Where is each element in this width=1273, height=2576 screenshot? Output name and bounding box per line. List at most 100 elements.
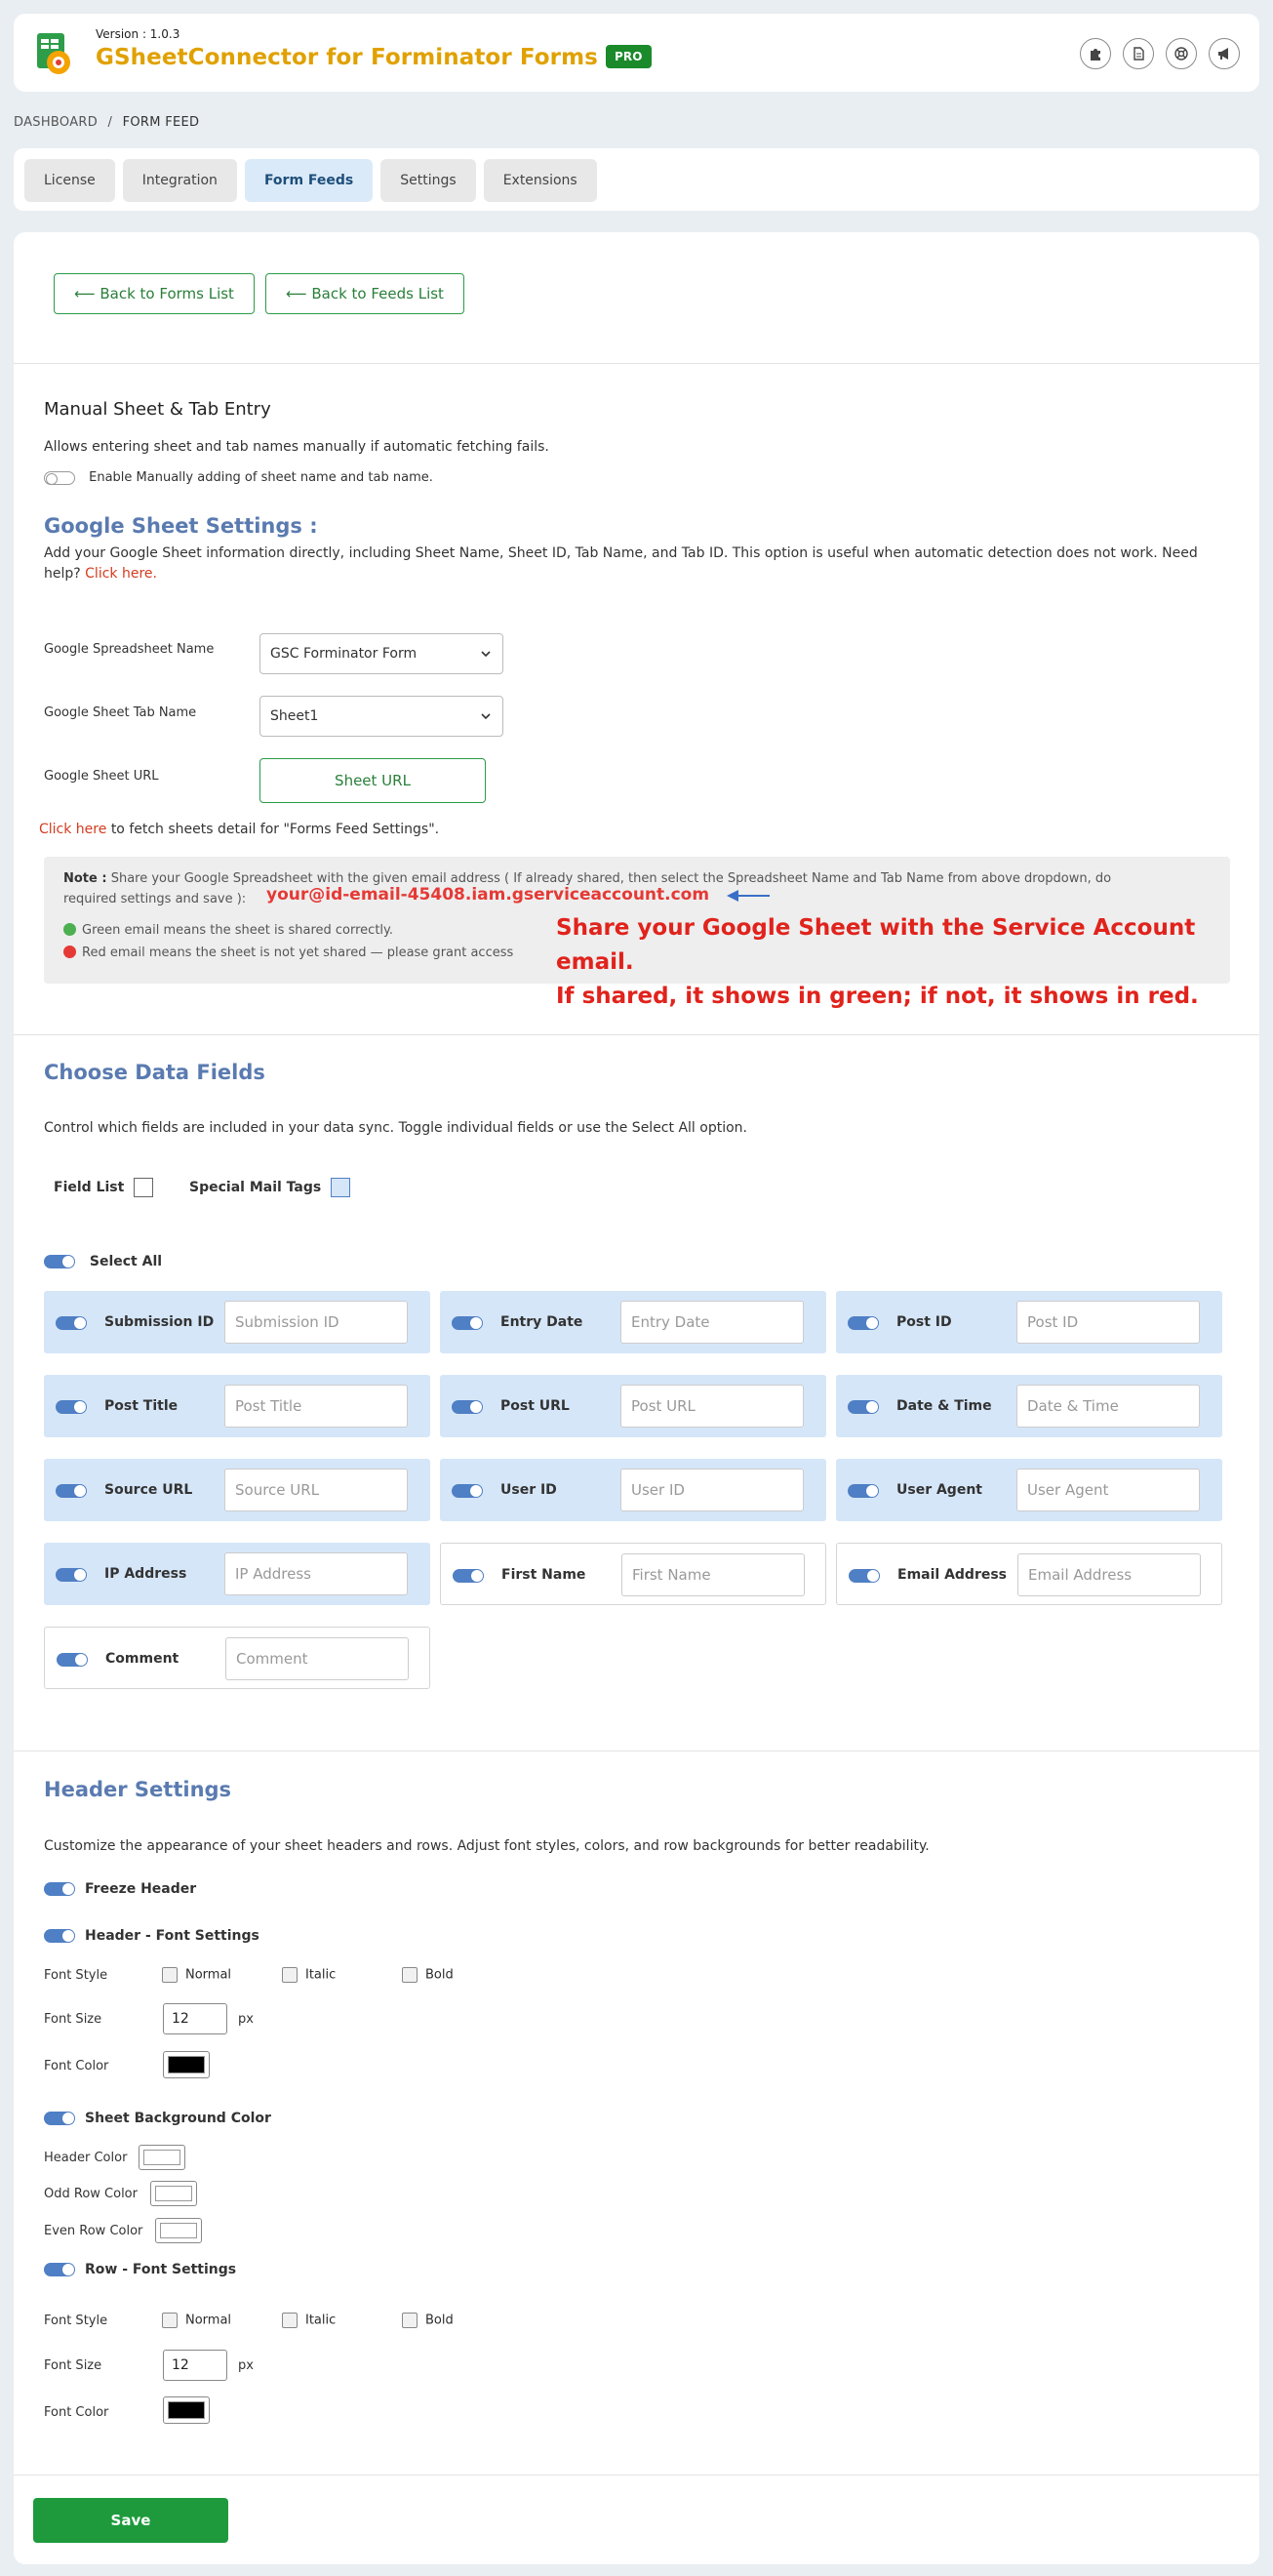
help-link[interactable]: Click here. <box>85 566 157 582</box>
tab-license[interactable]: License <box>24 159 115 202</box>
field-input[interactable]: Source URL <box>224 1469 408 1511</box>
field-toggle[interactable] <box>452 1484 483 1498</box>
header-font-toggle[interactable] <box>44 1929 75 1943</box>
select-all-row: Select All <box>44 1254 162 1269</box>
field-toggle[interactable] <box>453 1569 484 1583</box>
divider <box>14 363 1259 364</box>
field-toggle[interactable] <box>848 1484 879 1498</box>
header-italic-option[interactable]: Italic <box>282 1967 336 1983</box>
row-bold-checkbox[interactable] <box>402 2313 418 2328</box>
back-to-feeds-button[interactable]: ⟵ Back to Feeds List <box>265 273 464 314</box>
field-input[interactable]: User ID <box>620 1469 804 1511</box>
google-sheet-settings-desc: Add your Google Sheet information direct… <box>44 545 1198 582</box>
main-panel: ⟵ Back to Forms List ⟵ Back to Feeds Lis… <box>14 232 1259 2564</box>
special-mail-tags-checkbox[interactable] <box>331 1178 351 1197</box>
field-list-checkbox[interactable] <box>134 1178 154 1197</box>
field-toggle[interactable] <box>56 1568 87 1582</box>
field-input[interactable]: IP Address <box>224 1552 408 1595</box>
chevron-down-icon <box>481 713 491 720</box>
tab-integration[interactable]: Integration <box>122 159 237 202</box>
puzzle-icon[interactable] <box>1080 38 1111 69</box>
support-icon[interactable] <box>1166 38 1197 69</box>
header-normal-option[interactable]: Normal <box>162 1967 231 1983</box>
document-icon[interactable] <box>1123 38 1154 69</box>
field-toggle[interactable] <box>452 1400 483 1414</box>
header-font-size-label: Font Size <box>44 2012 102 2027</box>
tab-settings[interactable]: Settings <box>380 159 476 202</box>
app-header: Version : 1.0.3 GSheetConnector for Form… <box>14 14 1259 92</box>
row-italic-checkbox[interactable] <box>282 2313 298 2328</box>
back-to-forms-button[interactable]: ⟵ Back to Forms List <box>54 273 255 314</box>
even-row-color-label: Even Row Color <box>44 2224 143 2238</box>
header-italic-checkbox[interactable] <box>282 1967 298 1983</box>
breadcrumb-dashboard[interactable]: DASHBOARD <box>14 115 98 130</box>
special-mail-tags-option[interactable]: Special Mail Tags <box>189 1178 351 1197</box>
row-font-color-picker[interactable] <box>163 2396 210 2424</box>
field-toggle[interactable] <box>849 1569 880 1583</box>
field-input[interactable]: Entry Date <box>620 1301 804 1344</box>
row-font-style-label: Font Style <box>44 2314 108 2328</box>
field-list-option[interactable]: Field List <box>54 1178 154 1197</box>
field-toggle[interactable] <box>56 1316 87 1330</box>
header-color-picker[interactable] <box>139 2145 185 2170</box>
field-input[interactable]: Submission ID <box>224 1301 408 1344</box>
row-italic-option[interactable]: Italic <box>282 2313 336 2328</box>
select-all-toggle[interactable] <box>44 1255 75 1268</box>
sheet-bg-color-row: Sheet Background Color <box>44 2111 271 2126</box>
row-font-toggle[interactable] <box>44 2263 75 2276</box>
field-card-ip-address: IP Address IP Address <box>44 1543 430 1605</box>
app-title: GSheetConnector for Forminator Forms PRO <box>96 45 652 70</box>
row-font-row: Row - Font Settings <box>44 2262 236 2277</box>
green-legend: Green email means the sheet is shared co… <box>63 923 393 938</box>
field-input[interactable]: Post ID <box>1016 1301 1200 1344</box>
field-card-submission-id: Submission ID Submission ID <box>44 1291 430 1353</box>
row-normal-checkbox[interactable] <box>162 2313 178 2328</box>
row-font-size-input[interactable]: 12 <box>163 2350 227 2381</box>
field-input[interactable]: Post Title <box>224 1385 408 1428</box>
freeze-header-toggle[interactable] <box>44 1882 75 1896</box>
header-bold-checkbox[interactable] <box>402 1967 418 1983</box>
field-toggle[interactable] <box>56 1400 87 1414</box>
field-toggle[interactable] <box>57 1653 88 1667</box>
field-toggle[interactable] <box>848 1316 879 1330</box>
save-button[interactable]: Save <box>33 2498 228 2543</box>
field-input[interactable]: Date & Time <box>1016 1385 1200 1428</box>
tab-form-feeds[interactable]: Form Feeds <box>244 159 374 202</box>
manual-entry-toggle[interactable] <box>44 470 75 485</box>
spreadsheet-name-select[interactable]: GSC Forminator Form <box>259 633 503 674</box>
even-row-color-picker[interactable] <box>155 2218 202 2243</box>
field-input[interactable]: Post URL <box>620 1385 804 1428</box>
version-text: Version : 1.0.3 <box>96 27 180 41</box>
field-card-user-id: User ID User ID <box>440 1459 826 1521</box>
row-bold-option[interactable]: Bold <box>402 2313 454 2328</box>
field-toggle[interactable] <box>452 1316 483 1330</box>
row-font-size-label: Font Size <box>44 2358 102 2373</box>
data-fields-desc: Control which fields are included in you… <box>44 1120 747 1136</box>
field-toggle[interactable] <box>56 1484 87 1498</box>
sheet-bg-color-toggle[interactable] <box>44 2112 75 2125</box>
megaphone-icon[interactable] <box>1209 38 1240 69</box>
header-normal-checkbox[interactable] <box>162 1967 178 1983</box>
sheet-tab-select[interactable]: Sheet1 <box>259 696 503 737</box>
header-px-unit: px <box>238 2012 254 2027</box>
header-settings-desc: Customize the appearance of your sheet h… <box>44 1838 930 1854</box>
header-font-size-input[interactable]: 12 <box>163 2003 227 2034</box>
tab-extensions[interactable]: Extensions <box>483 159 597 202</box>
fetch-sheets-link[interactable]: Click here <box>39 822 106 837</box>
green-dot-icon <box>63 923 76 936</box>
spreadsheet-name-label: Google Spreadsheet Name <box>44 642 215 657</box>
sheet-url-button[interactable]: Sheet URL <box>259 758 486 803</box>
header-font-color-picker[interactable] <box>163 2051 210 2078</box>
row-normal-option[interactable]: Normal <box>162 2313 231 2328</box>
manual-entry-row: Enable Manually adding of sheet name and… <box>44 470 433 485</box>
header-color-label: Header Color <box>44 2151 128 2165</box>
field-input[interactable]: Email Address <box>1017 1553 1201 1596</box>
field-input[interactable]: Comment <box>225 1637 409 1680</box>
divider <box>14 1034 1259 1035</box>
field-toggle[interactable] <box>848 1400 879 1414</box>
field-input[interactable]: User Agent <box>1016 1469 1200 1511</box>
odd-row-color-picker[interactable] <box>150 2181 197 2206</box>
header-bold-option[interactable]: Bold <box>402 1967 454 1983</box>
field-input[interactable]: First Name <box>621 1553 805 1596</box>
sheet-tab-label: Google Sheet Tab Name <box>44 705 197 720</box>
